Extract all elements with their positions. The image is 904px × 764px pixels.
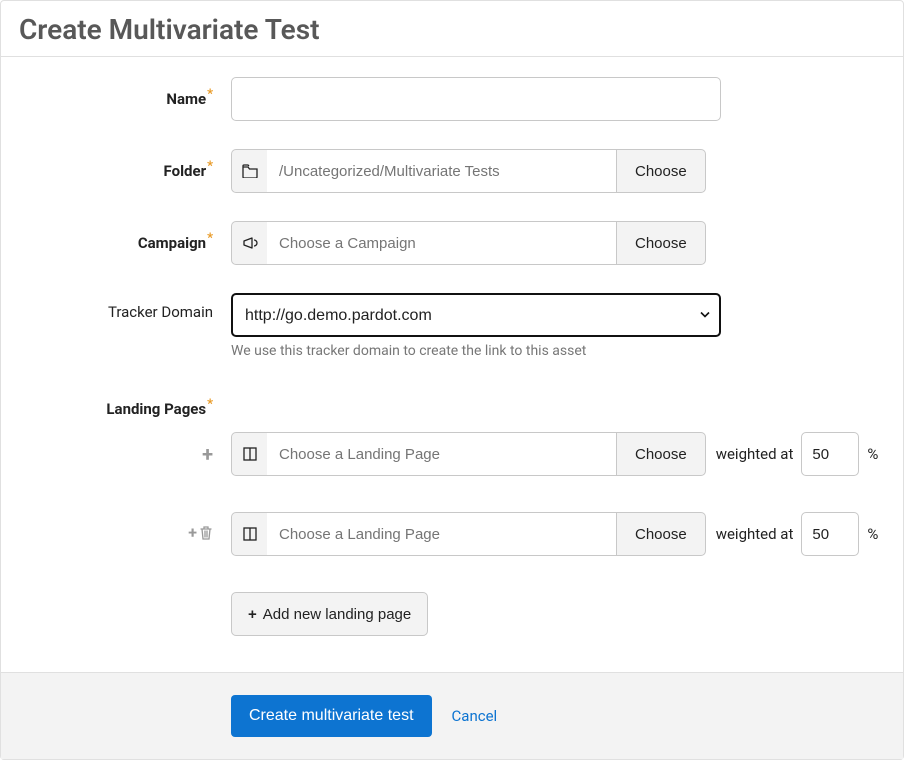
landing-page-choose-button-1[interactable]: Choose xyxy=(617,432,706,476)
row-add-landing-page: + Add new landing page xyxy=(19,592,885,636)
percent-label: % xyxy=(867,525,878,543)
megaphone-icon xyxy=(231,221,267,265)
row-campaign: Campaign* Choose xyxy=(19,221,885,265)
campaign-choose-button[interactable]: Choose xyxy=(617,221,706,265)
landing-page-row: + Choose weighted at % xyxy=(19,512,885,556)
label-folder: Folder* xyxy=(19,149,231,180)
weighted-at-label: weighted at xyxy=(716,525,794,543)
landing-page-input-2[interactable] xyxy=(267,512,617,556)
columns-icon xyxy=(231,432,267,476)
page-title: Create Multivariate Test xyxy=(1,1,903,57)
weight-input-2[interactable] xyxy=(801,512,859,556)
campaign-input[interactable] xyxy=(267,221,617,265)
plus-icon[interactable]: + xyxy=(188,525,197,541)
landing-page-controls: + xyxy=(188,525,213,541)
label-landing-pages: Landing Pages* xyxy=(19,387,231,418)
row-folder: Folder* Choose xyxy=(19,149,885,193)
weighted-at-label: weighted at xyxy=(716,445,794,463)
label-name: Name* xyxy=(19,77,231,108)
tracker-domain-help: We use this tracker domain to create the… xyxy=(231,343,885,359)
label-tracker-domain: Tracker Domain xyxy=(19,293,231,321)
row-tracker-domain: Tracker Domain http://go.demo.pardot.com… xyxy=(19,293,885,359)
actions-bar: Create multivariate test Cancel xyxy=(1,672,903,759)
submit-button[interactable]: Create multivariate test xyxy=(231,695,432,737)
label-campaign: Campaign* xyxy=(19,221,231,252)
columns-icon xyxy=(231,512,267,556)
weight-input-1[interactable] xyxy=(801,432,859,476)
folder-choose-button[interactable]: Choose xyxy=(617,149,706,193)
folder-icon xyxy=(231,149,267,193)
percent-label: % xyxy=(867,445,878,463)
landing-page-row: + Choose weighted at % xyxy=(19,432,885,476)
row-name: Name* xyxy=(19,77,885,121)
row-landing-pages-label: Landing Pages* xyxy=(19,387,885,418)
folder-input[interactable] xyxy=(267,149,617,193)
landing-page-input-1[interactable] xyxy=(267,432,617,476)
plus-icon: + xyxy=(248,606,257,623)
trash-icon[interactable] xyxy=(199,525,213,541)
plus-icon[interactable]: + xyxy=(202,444,213,464)
cancel-link[interactable]: Cancel xyxy=(452,707,498,725)
landing-page-controls: + xyxy=(202,444,213,464)
tracker-domain-select[interactable]: http://go.demo.pardot.com xyxy=(231,293,721,337)
add-landing-page-button[interactable]: + Add new landing page xyxy=(231,592,428,636)
name-input[interactable] xyxy=(231,77,721,121)
landing-page-choose-button-2[interactable]: Choose xyxy=(617,512,706,556)
